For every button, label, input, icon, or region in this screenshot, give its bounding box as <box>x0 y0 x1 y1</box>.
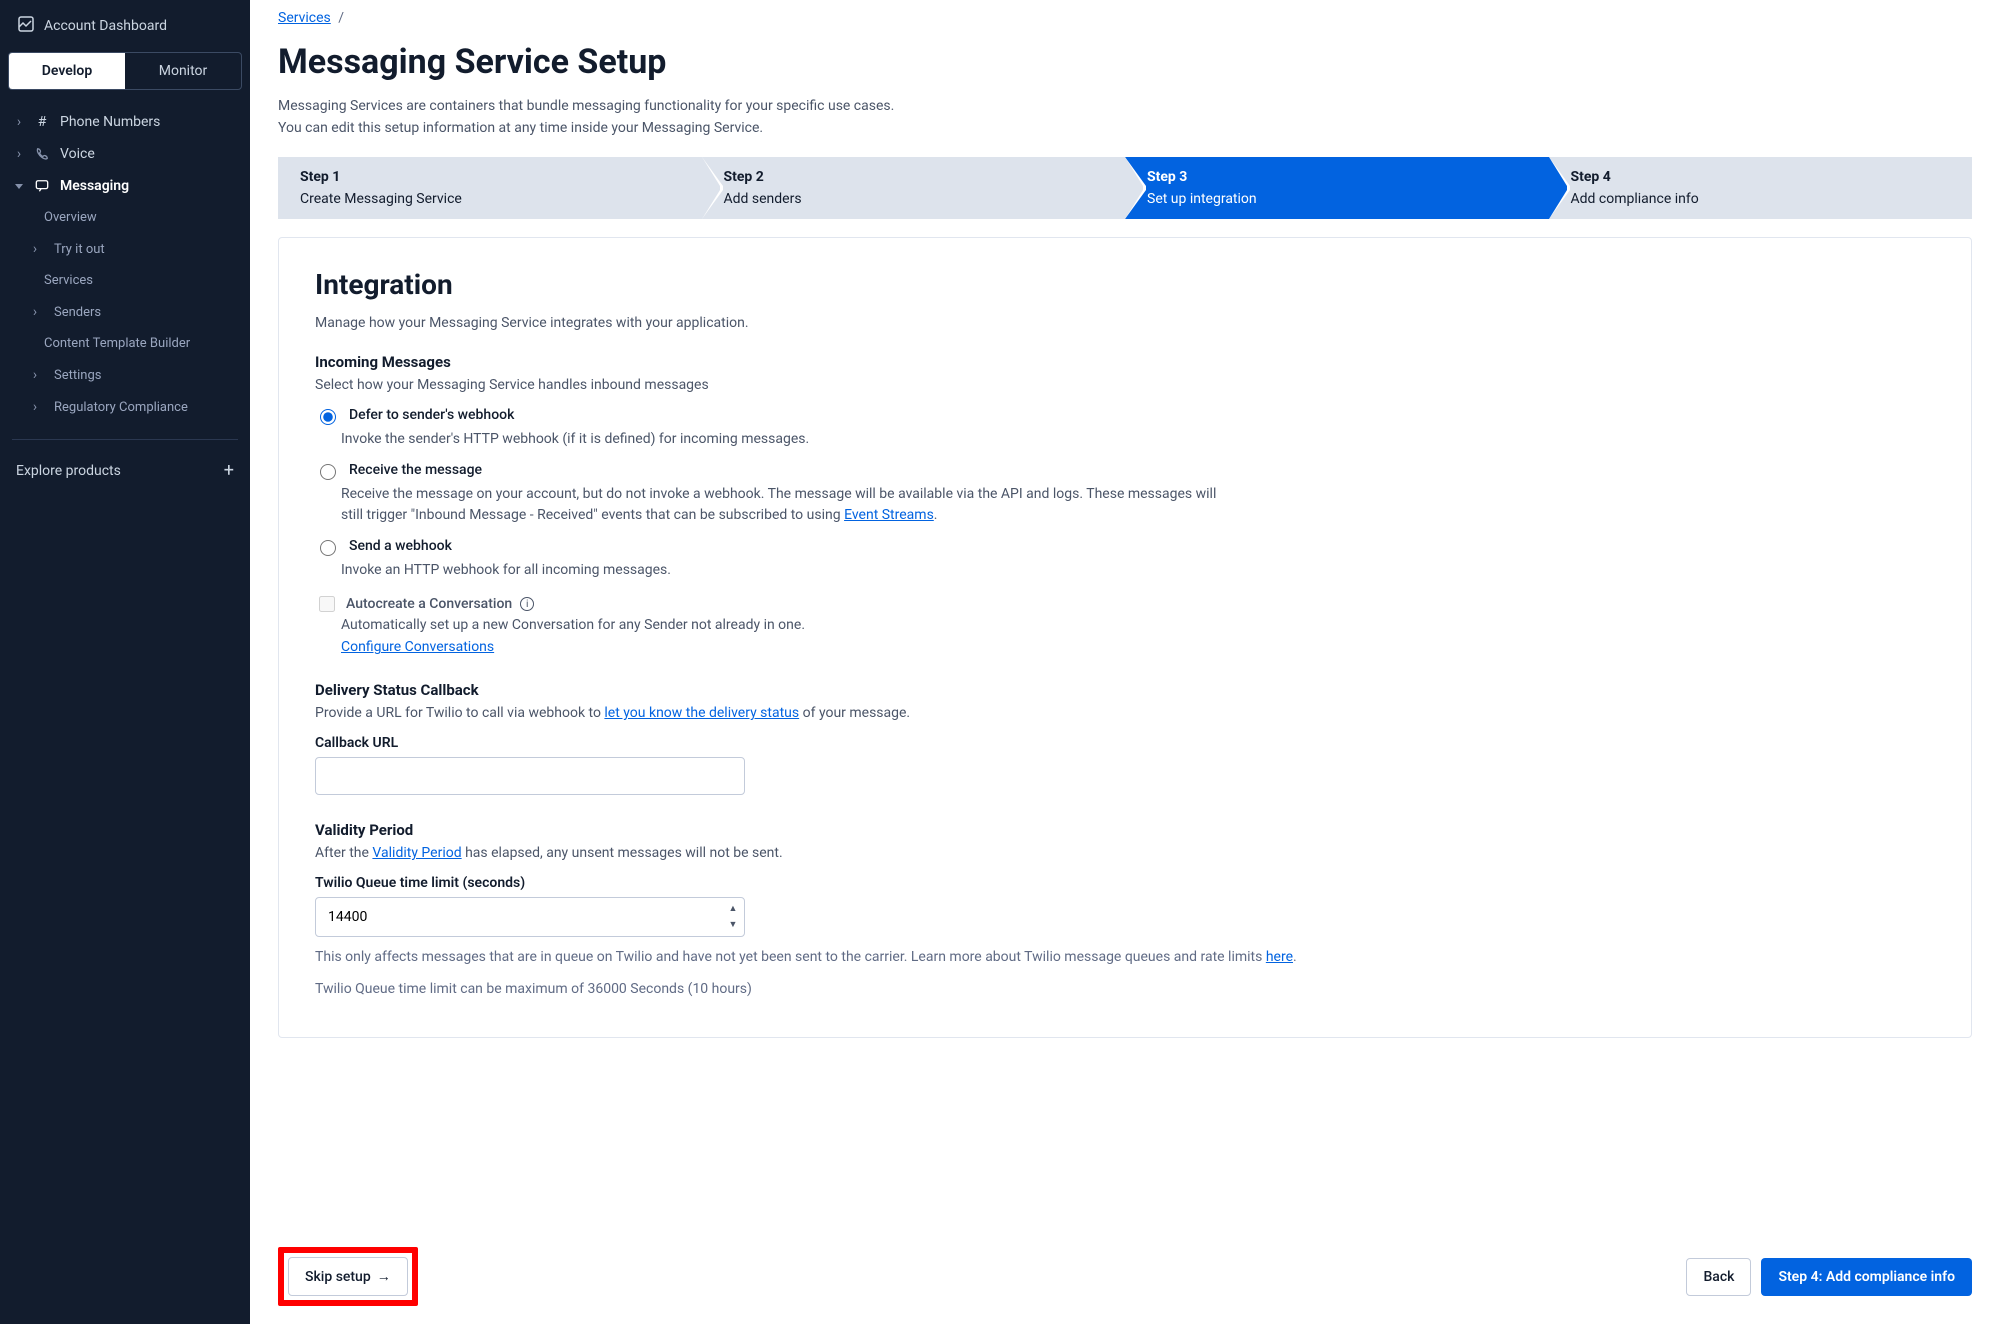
radio-send-webhook-row: Send a webhook <box>315 538 1935 556</box>
sidebar-item-overview[interactable]: Overview <box>0 202 250 233</box>
chat-icon <box>34 178 50 194</box>
sidebar-messaging-label: Messaging <box>60 178 236 194</box>
radio-send-webhook-label: Send a webhook <box>349 538 452 554</box>
validity-period-desc: After the Validity Period has elapsed, a… <box>315 845 1935 861</box>
sidebar-item-try-it-out[interactable]: Try it out <box>0 233 250 265</box>
dashboard-icon <box>18 16 34 36</box>
autocreate-conversation-row: Autocreate a Conversation i <box>315 593 1935 615</box>
main-content: Services / Messaging Service Setup Messa… <box>250 0 2000 1324</box>
next-step-button[interactable]: Step 4: Add compliance info <box>1761 1258 1972 1296</box>
autocreate-conversation-help: Automatically set up a new Conversation … <box>341 617 1935 633</box>
number-spinner: ▲ ▼ <box>725 901 741 931</box>
radio-receive-help: Receive the message on your account, but… <box>341 484 1241 526</box>
chevron-right-icon <box>14 114 24 130</box>
chevron-down-icon <box>14 184 24 189</box>
sidebar-item-services[interactable]: Services <box>0 265 250 296</box>
radio-defer-help: Invoke the sender's HTTP webhook (if it … <box>341 429 1241 450</box>
skip-setup-label: Skip setup <box>305 1269 371 1285</box>
page-description: Messaging Services are containers that b… <box>278 96 1972 139</box>
page-title: Messaging Service Setup <box>278 42 1972 82</box>
skip-setup-highlight: Skip setup → <box>278 1247 418 1306</box>
event-streams-link[interactable]: Event Streams <box>844 507 934 523</box>
callback-url-label: Callback URL <box>315 735 1935 751</box>
validity-period-link[interactable]: Validity Period <box>372 845 461 861</box>
sidebar: Account Dashboard Develop Monitor # Phon… <box>0 0 250 1324</box>
radio-send-webhook[interactable] <box>320 540 336 556</box>
sidebar-phone-label: Phone Numbers <box>60 114 236 130</box>
phone-icon <box>34 146 50 162</box>
step-1[interactable]: Step 1 Create Messaging Service <box>278 157 702 219</box>
radio-defer-row: Defer to sender's webhook <box>315 407 1935 425</box>
card-title: Integration <box>315 268 1935 301</box>
radio-receive-row: Receive the message <box>315 462 1935 480</box>
sidebar-voice-label: Voice <box>60 146 236 162</box>
breadcrumb-services-link[interactable]: Services <box>278 10 331 26</box>
breadcrumb: Services / <box>278 0 1972 30</box>
account-dashboard-label: Account Dashboard <box>44 18 167 34</box>
delivery-status-callback-desc: Provide a URL for Twilio to call via web… <box>315 705 1935 721</box>
spinner-down-icon[interactable]: ▼ <box>725 917 741 931</box>
step-3[interactable]: Step 3 Set up integration <box>1125 157 1549 219</box>
queue-time-limit-input[interactable] <box>315 897 745 937</box>
checkbox-autocreate-conversation[interactable] <box>319 596 335 612</box>
queue-rate-limits-link[interactable]: here <box>1266 949 1293 965</box>
arrow-right-icon: → <box>377 1268 391 1285</box>
sidebar-nav: # Phone Numbers Voice Messaging Overview… <box>0 100 250 429</box>
incoming-messages-desc: Select how your Messaging Service handle… <box>315 377 1935 393</box>
queue-help-note-2: Twilio Queue time limit can be maximum o… <box>315 979 1935 1001</box>
chevron-right-icon <box>30 241 40 257</box>
chevron-right-icon <box>30 367 40 383</box>
queue-time-limit-wrapper: ▲ ▼ <box>315 897 745 937</box>
queue-help-note-1: This only affects messages that are in q… <box>315 947 1935 969</box>
spinner-up-icon[interactable]: ▲ <box>725 901 741 915</box>
configure-conversations-link[interactable]: Configure Conversations <box>341 639 494 655</box>
sidebar-item-phone-numbers[interactable]: # Phone Numbers <box>0 106 250 138</box>
back-button[interactable]: Back <box>1686 1258 1751 1296</box>
integration-card: Integration Manage how your Messaging Se… <box>278 237 1972 1037</box>
delivery-status-callback-title: Delivery Status Callback <box>315 681 1935 699</box>
chevron-right-icon <box>14 146 24 162</box>
sidebar-item-content-template-builder[interactable]: Content Template Builder <box>0 328 250 359</box>
info-icon[interactable]: i <box>520 597 534 611</box>
sidebar-item-messaging[interactable]: Messaging <box>0 170 250 202</box>
step-4[interactable]: Step 4 Add compliance info <box>1549 157 1973 219</box>
sidebar-item-voice[interactable]: Voice <box>0 138 250 170</box>
incoming-messages-title: Incoming Messages <box>315 353 1935 371</box>
account-dashboard-link[interactable]: Account Dashboard <box>0 0 250 52</box>
chevron-right-icon <box>30 399 40 415</box>
radio-defer-to-sender[interactable] <box>320 409 336 425</box>
breadcrumb-separator: / <box>338 10 344 26</box>
card-subtitle: Manage how your Messaging Service integr… <box>315 315 1935 331</box>
autocreate-conversation-label: Autocreate a Conversation <box>346 596 512 612</box>
setup-stepper: Step 1 Create Messaging Service Step 2 A… <box>278 157 1972 219</box>
sidebar-item-senders[interactable]: Senders <box>0 296 250 328</box>
validity-period-title: Validity Period <box>315 821 1935 839</box>
explore-products[interactable]: Explore products + <box>0 450 250 491</box>
radio-send-webhook-help: Invoke an HTTP webhook for all incoming … <box>341 560 1241 581</box>
hash-icon: # <box>34 114 50 130</box>
callback-url-input[interactable] <box>315 757 745 795</box>
footer-right-group: Back Step 4: Add compliance info <box>1686 1258 1972 1296</box>
sidebar-tabs: Develop Monitor <box>8 52 242 90</box>
tab-develop[interactable]: Develop <box>9 53 125 89</box>
tab-monitor[interactable]: Monitor <box>125 53 241 89</box>
skip-setup-button[interactable]: Skip setup → <box>288 1257 408 1296</box>
explore-products-label: Explore products <box>16 463 121 479</box>
radio-receive-label: Receive the message <box>349 462 482 478</box>
queue-time-limit-label: Twilio Queue time limit (seconds) <box>315 875 1935 891</box>
step-2[interactable]: Step 2 Add senders <box>702 157 1126 219</box>
plus-icon: + <box>224 460 234 481</box>
radio-defer-label: Defer to sender's webhook <box>349 407 514 423</box>
wizard-footer: Skip setup → Back Step 4: Add compliance… <box>250 1229 2000 1324</box>
delivery-status-link[interactable]: let you know the delivery status <box>604 705 799 721</box>
sidebar-item-regulatory-compliance[interactable]: Regulatory Compliance <box>0 391 250 423</box>
sidebar-divider <box>12 439 238 440</box>
chevron-right-icon <box>30 304 40 320</box>
sidebar-item-settings[interactable]: Settings <box>0 359 250 391</box>
radio-receive-message[interactable] <box>320 464 336 480</box>
